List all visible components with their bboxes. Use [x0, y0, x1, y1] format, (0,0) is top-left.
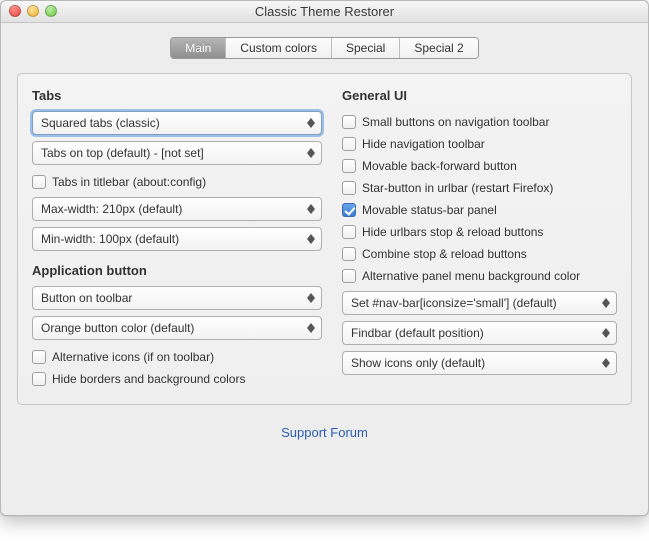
tab-custom-colors[interactable]: Custom colors [226, 38, 332, 58]
checkbox-icon [32, 350, 46, 364]
alt-panel-bg-checkbox[interactable]: Alternative panel menu background color [342, 265, 617, 287]
section-title-appbutton: Application button [32, 263, 322, 278]
checkbox-label: Combine stop & reload buttons [362, 247, 527, 261]
findbar-select[interactable]: Findbar (default position) [342, 321, 617, 345]
star-urlbar-checkbox[interactable]: Star-button in urlbar (restart Firefox) [342, 177, 617, 199]
zoom-icon[interactable] [45, 5, 57, 17]
close-icon[interactable] [9, 5, 21, 17]
main-panel: Tabs Squared tabs (classic) Tabs on top … [17, 73, 632, 405]
checkbox-label: Star-button in urlbar (restart Firefox) [362, 181, 553, 195]
checkbox-icon [32, 372, 46, 386]
checkbox-label: Movable status-bar panel [362, 203, 497, 217]
traffic-lights [9, 5, 57, 17]
tab-special-2[interactable]: Special 2 [400, 38, 477, 58]
window: Classic Theme Restorer Main Custom color… [0, 0, 649, 516]
tab-bar: Main Custom colors Special Special 2 [1, 37, 648, 59]
tab-strip: Main Custom colors Special Special 2 [170, 37, 478, 59]
checkbox-label: Alternative icons (if on toolbar) [52, 350, 214, 364]
minimize-icon[interactable] [27, 5, 39, 17]
checkbox-icon [342, 225, 356, 239]
checkbox-icon [342, 137, 356, 151]
tabs-style-select[interactable]: Squared tabs (classic) [32, 111, 322, 135]
checkbox-icon [342, 115, 356, 129]
checkbox-label: Tabs in titlebar (about:config) [52, 175, 206, 189]
section-title-tabs: Tabs [32, 88, 322, 103]
footer: Support Forum [1, 425, 648, 440]
window-title: Classic Theme Restorer [255, 4, 394, 19]
checkbox-icon [342, 159, 356, 173]
checkbox-label: Hide navigation toolbar [362, 137, 485, 151]
support-forum-link[interactable]: Support Forum [281, 425, 368, 440]
hide-navbar-checkbox[interactable]: Hide navigation toolbar [342, 133, 617, 155]
hide-stop-reload-checkbox[interactable]: Hide urlbars stop & reload buttons [342, 221, 617, 243]
tabs-titlebar-checkbox[interactable]: Tabs in titlebar (about:config) [32, 171, 322, 193]
tab-special[interactable]: Special [332, 38, 400, 58]
tabs-minwidth-select[interactable]: Min-width: 100px (default) [32, 227, 322, 251]
checkbox-label: Hide borders and background colors [52, 372, 245, 386]
tabs-maxwidth-select[interactable]: Max-width: 210px (default) [32, 197, 322, 221]
tabs-position-select[interactable]: Tabs on top (default) - [not set] [32, 141, 322, 165]
checkbox-icon [342, 247, 356, 261]
checkbox-label: Hide urlbars stop & reload buttons [362, 225, 543, 239]
checkbox-label: Small buttons on navigation toolbar [362, 115, 549, 129]
small-buttons-checkbox[interactable]: Small buttons on navigation toolbar [342, 111, 617, 133]
checkbox-icon [342, 203, 356, 217]
appbutton-color-select[interactable]: Orange button color (default) [32, 316, 322, 340]
movable-status-checkbox[interactable]: Movable status-bar panel [342, 199, 617, 221]
appbutton-location-select[interactable]: Button on toolbar [32, 286, 322, 310]
checkbox-label: Movable back-forward button [362, 159, 517, 173]
combine-stop-reload-checkbox[interactable]: Combine stop & reload buttons [342, 243, 617, 265]
section-title-general: General UI [342, 88, 617, 103]
iconsize-select[interactable]: Set #nav-bar[iconsize='small'] (default) [342, 291, 617, 315]
movable-back-forward-checkbox[interactable]: Movable back-forward button [342, 155, 617, 177]
appbutton-alticons-checkbox[interactable]: Alternative icons (if on toolbar) [32, 346, 322, 368]
titlebar[interactable]: Classic Theme Restorer [1, 1, 648, 23]
tab-main[interactable]: Main [171, 38, 226, 58]
showicons-select[interactable]: Show icons only (default) [342, 351, 617, 375]
checkbox-icon [342, 181, 356, 195]
appbutton-hideborders-checkbox[interactable]: Hide borders and background colors [32, 368, 322, 390]
checkbox-label: Alternative panel menu background color [362, 269, 580, 283]
checkbox-icon [32, 175, 46, 189]
checkbox-icon [342, 269, 356, 283]
